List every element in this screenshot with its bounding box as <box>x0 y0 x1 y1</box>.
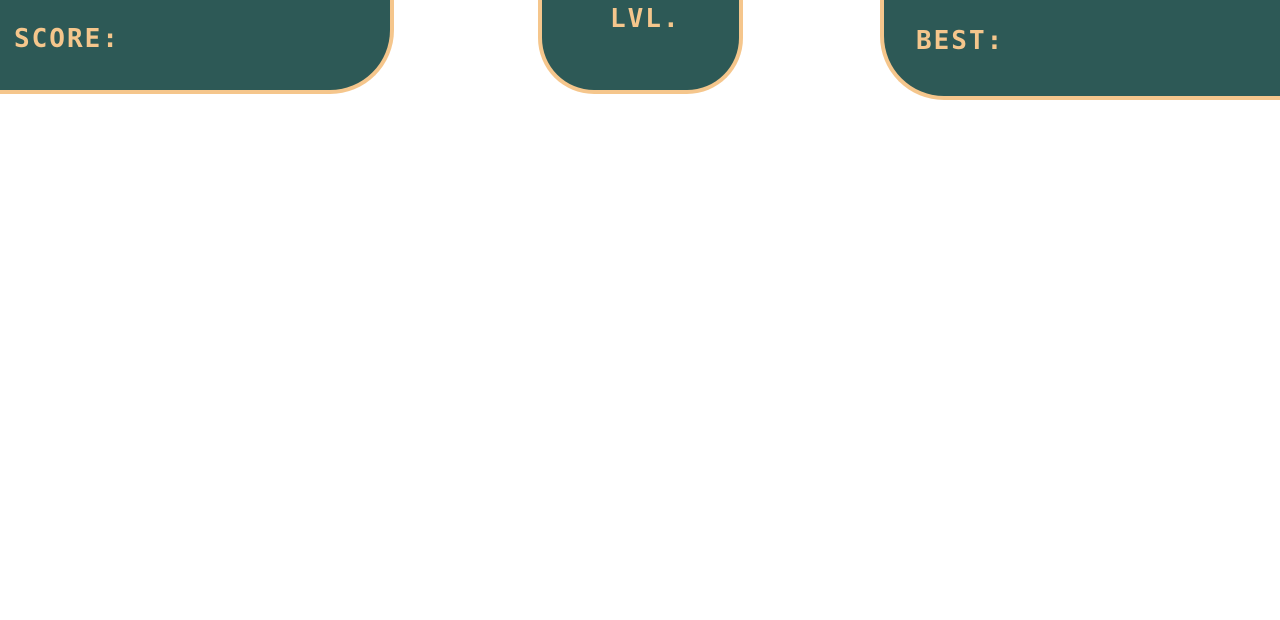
game-area[interactable] <box>0 110 1280 620</box>
score-panel: SCORE: <box>0 0 394 94</box>
level-panel: LVL. <box>538 0 743 94</box>
score-label: SCORE: <box>14 24 120 54</box>
best-score-panel: BEST: <box>880 0 1280 100</box>
level-label: LVL. <box>610 4 681 34</box>
best-score-label: BEST: <box>916 26 1005 56</box>
